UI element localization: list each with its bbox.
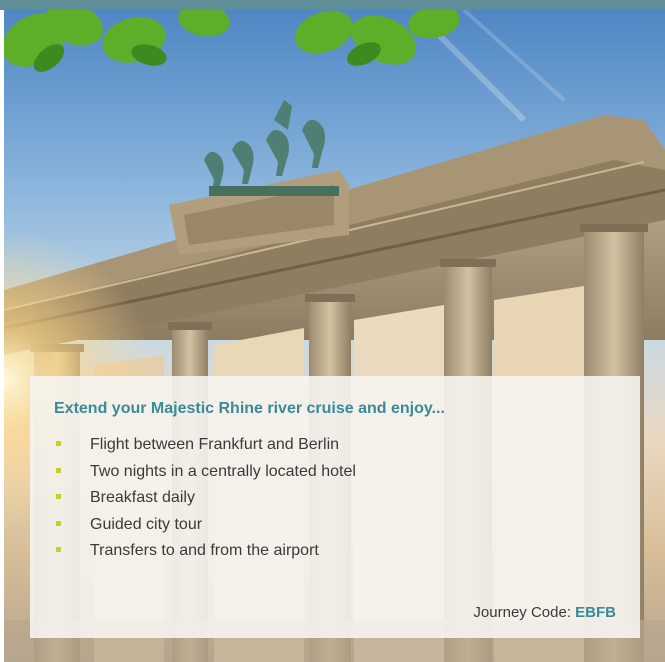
list-item: Transfers to and from the airport [54,538,356,565]
list-item: Breakfast daily [54,485,356,512]
journey-code: Journey Code: EBFB [473,604,616,621]
feature-text: Two nights in a centrally located hotel [90,462,356,480]
list-item: Flight between Frankfurt and Berlin [54,432,356,459]
feature-list: Flight between Frankfurt and Berlin Two … [54,432,356,565]
top-color-band [0,0,665,10]
feature-text: Guided city tour [90,515,203,533]
bullet-icon [56,441,61,446]
journey-code-label: Journey Code: [473,604,571,621]
list-item: Two nights in a centrally located hotel [54,459,356,486]
offer-headline: Extend your Majestic Rhine river cruise … [54,400,445,417]
bullet-icon [56,494,61,499]
bullet-icon [56,520,61,526]
bullet-icon [56,547,61,552]
feature-text: Flight between Frankfurt and Berlin [90,436,340,453]
feature-text: Transfers to and from the airport [90,542,319,559]
list-item: Guided city tour [54,512,356,539]
feature-text: Breakfast daily [90,489,195,506]
journey-code-value: EBFB [575,604,616,621]
bullet-icon [56,467,61,473]
offer-panel: Extend your Majestic Rhine river cruise … [30,376,640,638]
